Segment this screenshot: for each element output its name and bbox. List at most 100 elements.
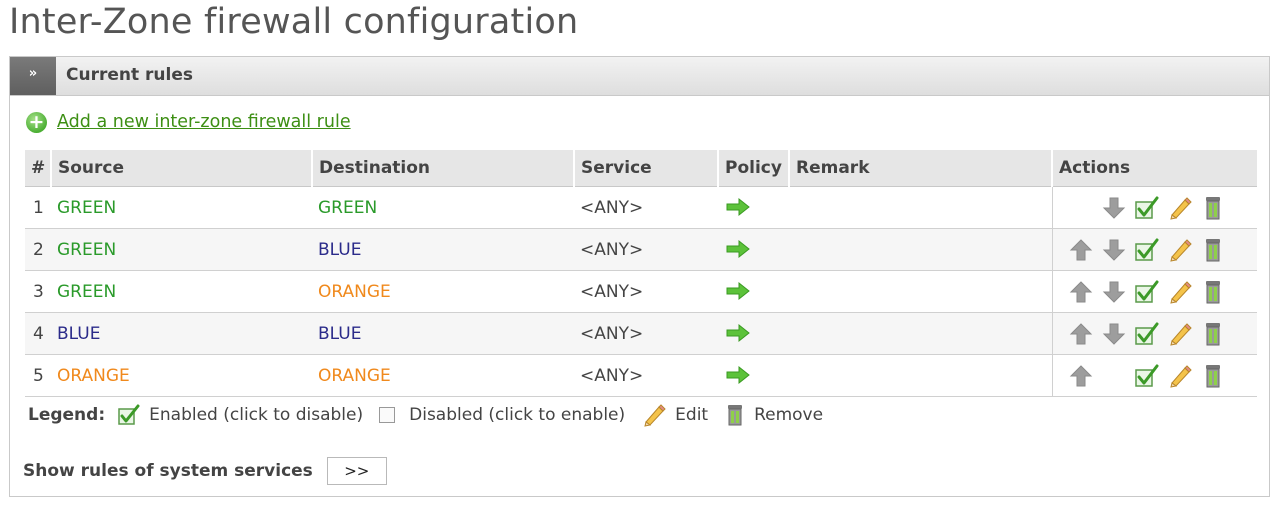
system-services-row: Show rules of system services >>: [23, 456, 387, 486]
column-header-destination: Destination: [312, 150, 575, 187]
legend-edit-text: Edit: [675, 405, 709, 425]
rule-destination: ORANGE: [312, 270, 574, 313]
column-header-source: Source: [51, 150, 313, 187]
table-row: 2 GREEN BLUE <ANY>: [25, 228, 1257, 271]
legend-disabled-text: Disabled (click to enable): [409, 405, 626, 425]
rule-actions: [1051, 354, 1257, 397]
rule-remark: [789, 312, 1052, 355]
page-title: Inter-Zone firewall configuration: [9, 2, 579, 42]
table-row: 4 BLUE BLUE <ANY>: [25, 312, 1257, 355]
trash-can-icon[interactable]: [1199, 278, 1227, 306]
arrow-up-icon[interactable]: [1067, 236, 1095, 264]
rule-service: <ANY>: [574, 354, 718, 397]
rule-remark: [789, 354, 1052, 397]
checkbox-empty-icon: [379, 407, 396, 423]
add-rule-label[interactable]: Add a new inter-zone firewall rule: [57, 112, 351, 132]
rule-service: <ANY>: [574, 270, 718, 313]
current-rules-panel: » Current rules + Add a new inter-zone f…: [9, 56, 1270, 497]
rule-source: BLUE: [51, 312, 312, 355]
checkbox-checked-icon: [118, 404, 140, 425]
trash-can-icon[interactable]: [1199, 194, 1227, 222]
table-row: 5 ORANGE ORANGE <ANY>: [25, 354, 1257, 397]
panel-toggle-button[interactable]: »: [10, 57, 56, 95]
legend: Legend: Enabled (click to disable) Disab…: [28, 402, 839, 428]
legend-remove-text: Remove: [754, 405, 824, 425]
rule-actions: [1051, 270, 1257, 313]
rules-table: # Source Destination Service Policy Rema…: [25, 150, 1257, 397]
arrow-up-icon[interactable]: [1067, 278, 1095, 306]
green-right-arrow-icon: [725, 365, 751, 385]
rule-remark: [789, 186, 1052, 229]
plus-circle-icon[interactable]: +: [26, 111, 47, 133]
pencil-icon[interactable]: [1166, 362, 1194, 390]
checkbox-checked-icon[interactable]: [1133, 320, 1161, 348]
rule-remark: [789, 228, 1052, 271]
arrow-down-icon[interactable]: [1100, 194, 1128, 222]
checkbox-checked-icon[interactable]: [1133, 278, 1161, 306]
green-right-arrow-icon: [725, 323, 751, 343]
rule-source: GREEN: [51, 228, 312, 271]
rule-actions: [1051, 312, 1257, 355]
panel-header: » Current rules: [10, 57, 1269, 96]
table-row: 3 GREEN ORANGE <ANY>: [25, 270, 1257, 313]
green-right-arrow-icon: [725, 197, 751, 217]
rule-policy: [718, 186, 789, 229]
rule-source: GREEN: [51, 186, 312, 229]
pencil-icon[interactable]: [1166, 320, 1194, 348]
column-header-number: #: [25, 150, 52, 187]
legend-label: Legend:: [28, 405, 106, 425]
rule-destination: BLUE: [312, 312, 574, 355]
legend-enabled: Enabled (click to disable): [117, 404, 363, 426]
rule-destination: ORANGE: [312, 354, 574, 397]
trash-can-icon[interactable]: [1199, 362, 1227, 390]
column-header-actions: Actions: [1052, 150, 1257, 187]
rule-policy: [718, 228, 789, 271]
arrow-down-placeholder: [1100, 362, 1128, 390]
rule-source: GREEN: [51, 270, 312, 313]
table-header-row: # Source Destination Service Policy Rema…: [25, 150, 1257, 187]
rule-service: <ANY>: [574, 186, 718, 229]
rule-actions: [1051, 186, 1257, 229]
checkbox-checked-icon[interactable]: [1133, 236, 1161, 264]
arrow-down-icon[interactable]: [1100, 236, 1128, 264]
rule-destination: GREEN: [312, 186, 574, 229]
legend-remove: Remove: [724, 403, 823, 427]
column-header-remark: Remark: [789, 150, 1053, 187]
rule-service: <ANY>: [574, 312, 718, 355]
rule-policy: [718, 354, 789, 397]
arrow-up-placeholder: [1067, 194, 1095, 222]
legend-edit: Edit: [641, 403, 708, 427]
show-system-rules-button[interactable]: >>: [326, 457, 387, 485]
arrow-up-icon[interactable]: [1067, 320, 1095, 348]
legend-enabled-text: Enabled (click to disable): [149, 405, 364, 425]
trash-can-icon[interactable]: [1199, 236, 1227, 264]
rule-policy: [718, 312, 789, 355]
rule-policy: [718, 270, 789, 313]
trash-can-icon: [728, 405, 743, 426]
trash-can-icon[interactable]: [1199, 320, 1227, 348]
panel-title: Current rules: [66, 65, 193, 85]
pencil-icon[interactable]: [1166, 194, 1194, 222]
rule-number: 1: [25, 186, 51, 229]
rule-service: <ANY>: [574, 228, 718, 271]
checkbox-checked-icon[interactable]: [1133, 194, 1161, 222]
pencil-icon[interactable]: [1166, 236, 1194, 264]
checkbox-checked-icon[interactable]: [1133, 362, 1161, 390]
green-right-arrow-icon: [725, 281, 751, 301]
arrow-down-icon[interactable]: [1100, 278, 1128, 306]
system-services-label: Show rules of system services: [23, 461, 313, 481]
rule-source: ORANGE: [51, 354, 312, 397]
rule-number: 5: [25, 354, 51, 397]
arrow-down-icon[interactable]: [1100, 320, 1128, 348]
pencil-icon: [644, 404, 666, 427]
pencil-icon[interactable]: [1166, 278, 1194, 306]
rule-destination: BLUE: [312, 228, 574, 271]
arrow-up-icon[interactable]: [1067, 362, 1095, 390]
table-row: 1 GREEN GREEN <ANY>: [25, 186, 1257, 229]
rule-number: 2: [25, 228, 51, 271]
legend-disabled: Disabled (click to enable): [379, 405, 625, 425]
column-header-service: Service: [574, 150, 719, 187]
rule-remark: [789, 270, 1052, 313]
add-rule-link[interactable]: + Add a new inter-zone firewall rule: [26, 111, 351, 133]
rule-actions: [1051, 228, 1257, 271]
